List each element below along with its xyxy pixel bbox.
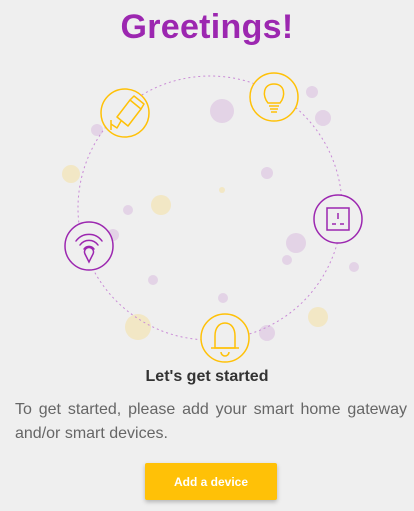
security-camera-icon: [100, 88, 150, 138]
get-started-message: To get started, please add your smart ho…: [15, 401, 407, 442]
light-bulb-icon: [249, 72, 299, 122]
add-device-button[interactable]: Add a device: [145, 463, 277, 500]
smart-home-illustration: [62, 72, 363, 363]
alarm-bell-icon: [200, 313, 250, 363]
wifi-location-icon: [64, 221, 114, 271]
get-started-heading: Let's get started: [145, 368, 269, 385]
power-socket-icon: [313, 194, 363, 244]
